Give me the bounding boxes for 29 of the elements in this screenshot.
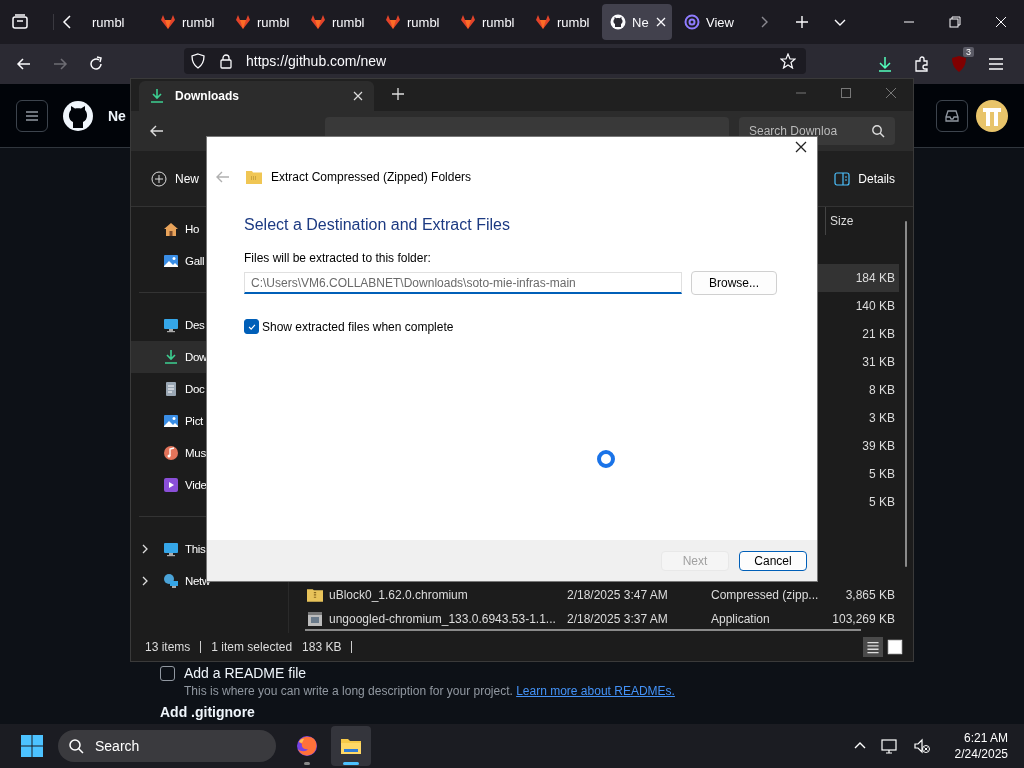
item-count: 13 items (145, 640, 192, 654)
dialog-title: Extract Compressed (Zipped) Folders (271, 170, 472, 184)
checkbox-label: Show extracted files when complete (262, 319, 454, 334)
selection-count: 1 item selected (200, 641, 303, 653)
file-size: 8 KB (868, 383, 896, 397)
file-name: uBlock0_1.62.0.chromium (329, 588, 468, 602)
file-type: Application (711, 612, 771, 626)
file-size: 103,269 KB (831, 612, 896, 626)
url-text: https://github.com/new (246, 53, 387, 69)
description-text: This is where you can write a long description for your project. Learn more about READMEs. (184, 683, 676, 699)
file-size: 3,865 KB (844, 588, 896, 602)
file-size: 31 KB (861, 355, 896, 369)
file-name: ungoogled-chromium_133.0.6943.53-1.1... (329, 612, 556, 626)
file-date: 2/18/2025 3:37 AM (567, 612, 669, 626)
selection-size: 183 KB (302, 640, 343, 654)
field-label: Files will be extracted to this folder: (244, 251, 432, 265)
section-heading: Add .gitignore (160, 704, 256, 720)
file-date: 2/18/2025 3:47 AM (567, 588, 669, 602)
file-size: 5 KB (868, 467, 896, 481)
file-size: 5 KB (868, 495, 896, 509)
file-size: 184 KB (854, 271, 896, 285)
dialog-heading: Select a Destination and Extract Files (244, 216, 511, 234)
file-size: 140 KB (854, 299, 896, 313)
checkbox-label: Add a README file (184, 665, 307, 681)
page-title: Ne (108, 107, 126, 124)
file-size: 3 KB (868, 411, 896, 425)
file-size: 39 KB (861, 439, 896, 453)
file-type: Compressed (zipp... (711, 588, 820, 602)
notification-count: 3 (963, 47, 974, 57)
